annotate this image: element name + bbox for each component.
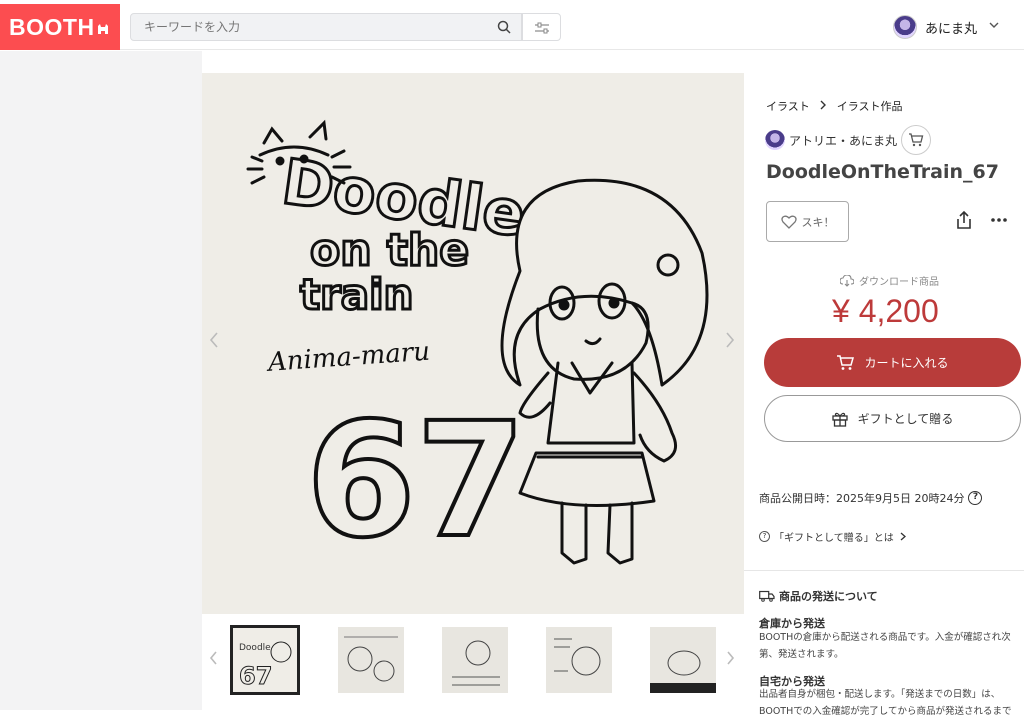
product-type-label: ダウンロード商品 — [859, 277, 939, 288]
shipping-heading-text: 商品の発送について — [779, 590, 878, 603]
gift-about-link[interactable]: ? 「ギフトとして贈る」とは — [759, 529, 906, 544]
shipping-heading: 商品の発送について — [759, 588, 878, 604]
artwork-title-line2: on the — [310, 225, 469, 276]
main-product-image[interactable]: Doodle on the train Anima-maru 67 — [202, 73, 744, 614]
product-detail-panel: イラスト イラスト作品 アトリエ・あにま丸 DoodleOnTheTrain_6… — [744, 73, 1024, 717]
user-avatar — [893, 15, 917, 39]
question-icon: ? — [759, 531, 770, 542]
gift-icon — [832, 412, 848, 427]
logo-text: BOOTH — [9, 13, 95, 40]
share-icon[interactable] — [955, 210, 973, 234]
shop-cart-button[interactable] — [901, 125, 932, 155]
user-name: あにま丸 — [925, 21, 978, 37]
gallery-prev-icon[interactable] — [208, 331, 220, 354]
self-ship-desc-line1: 出品者自身が梱包・配送します。「発送までの日数」は、 — [759, 689, 1001, 700]
search-box — [130, 13, 522, 41]
gift-about-text: 「ギフトとして贈る」とは — [774, 533, 894, 544]
svg-text:Doodle: Doodle — [239, 643, 271, 653]
thumb-next-icon[interactable] — [726, 650, 736, 671]
site-header: BOOTH あにま丸 — [0, 0, 1024, 50]
artwork-title-line3: train — [300, 270, 413, 319]
like-button[interactable]: スキ！ — [766, 201, 849, 242]
cart-icon — [837, 354, 855, 370]
like-label: スキ！ — [801, 215, 835, 229]
chevron-down-icon — [989, 22, 999, 32]
browser-top-strip — [120, 0, 1024, 4]
shop-name-link[interactable]: アトリエ・あにま丸 — [789, 132, 897, 149]
download-icon — [840, 274, 854, 287]
product-gallery: Doodle on the train Anima-maru 67 Doodle… — [202, 73, 744, 710]
product-title: DoodleOnTheTrain_67 — [766, 161, 999, 183]
price: ¥ 4,200 — [832, 293, 939, 329]
artwork-number: 67 — [306, 389, 526, 573]
breadcrumb-item-illust-works[interactable]: イラスト作品 — [837, 98, 903, 114]
add-to-cart-label: カートに入れる — [864, 356, 949, 370]
divider — [744, 570, 1024, 571]
thumbnail-2[interactable] — [338, 627, 404, 693]
question-icon[interactable]: ? — [968, 491, 983, 505]
more-icon[interactable] — [990, 205, 1008, 230]
truck-icon — [759, 590, 775, 602]
left-margin — [0, 51, 202, 710]
thumbnail-3[interactable] — [442, 627, 508, 693]
published-text: 商品公開日時：2025年9月5日 20時24分 — [759, 492, 965, 505]
warehouse-desc-line2: 第、発送されます。 — [759, 649, 844, 660]
chevron-right-icon — [900, 532, 906, 541]
thumbnail-strip: Doodle 67 — [202, 617, 744, 710]
shop-avatar[interactable] — [765, 130, 785, 150]
warehouse-desc-line1: BOOTHの倉庫から配送される商品です。入金が確認され次 — [759, 632, 1011, 643]
heart-icon — [780, 215, 797, 229]
filter-icon — [535, 22, 549, 34]
search-input[interactable] — [131, 14, 471, 40]
user-menu[interactable]: あにま丸 — [893, 14, 999, 40]
send-as-gift-button[interactable]: ギフトとして贈る — [764, 395, 1021, 442]
svg-text:67: 67 — [239, 662, 272, 690]
thumbnail-4[interactable] — [546, 627, 612, 693]
send-as-gift-label: ギフトとして贈る — [857, 412, 954, 426]
download-badge: ダウンロード商品 — [840, 273, 939, 288]
published-date: 商品公開日時：2025年9月5日 20時24分 ? — [759, 490, 983, 506]
booth-logo[interactable]: BOOTH — [0, 4, 120, 50]
logo-cat-icon — [97, 23, 109, 38]
self-ship-desc-line2: BOOTHでの入金確認が完了してから商品が発送されるまで — [759, 706, 1012, 717]
filter-button[interactable] — [522, 13, 561, 41]
shop-info: アトリエ・あにま丸 — [765, 125, 932, 155]
add-to-cart-button[interactable]: カートに入れる — [764, 338, 1021, 387]
thumb-prev-icon[interactable] — [208, 650, 218, 671]
breadcrumb: イラスト イラスト作品 — [766, 98, 903, 114]
thumbnail-1[interactable]: Doodle 67 — [230, 625, 300, 695]
chevron-right-icon — [820, 99, 827, 113]
cart-icon — [909, 133, 924, 147]
artwork-signature: Anima-maru — [265, 337, 431, 378]
gallery-next-icon[interactable] — [724, 331, 736, 354]
search-icon[interactable] — [496, 19, 512, 35]
thumbnail-5[interactable] — [650, 627, 716, 693]
breadcrumb-item-illust[interactable]: イラスト — [766, 98, 810, 114]
